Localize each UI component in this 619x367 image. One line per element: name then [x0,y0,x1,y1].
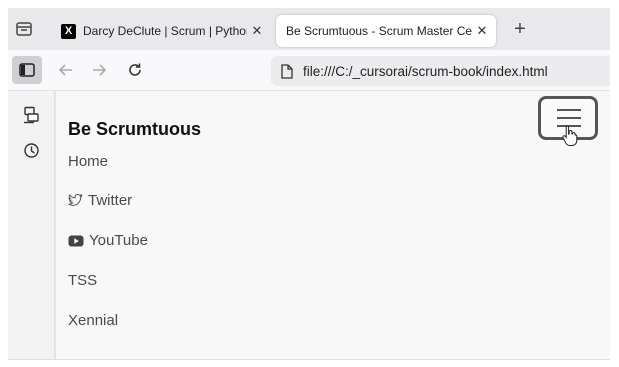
file-icon [281,63,293,79]
tab-overview-icon[interactable] [13,18,35,40]
navigation-toolbar: file:///C:/_cursorai/scrum-book/index.ht… [8,50,610,91]
nav-link-youtube[interactable]: YouTube [68,232,148,249]
sidebar-toggle-button[interactable] [12,56,42,84]
forward-button[interactable] [84,56,114,84]
address-bar[interactable]: file:///C:/_cursorai/scrum-book/index.ht… [271,56,610,86]
tab-darcy-declute[interactable]: X Darcy DeClute | Scrum | Python ✕ [51,15,271,47]
x-logo-icon: X [61,23,76,39]
twitter-icon [68,194,83,207]
nav-link-label: Home [68,153,109,170]
reload-button[interactable] [120,56,150,84]
window-edge [8,359,610,360]
site-title[interactable]: Be Scrumtuous [68,119,201,140]
nav-link-twitter[interactable]: Twitter [68,192,132,209]
arrow-right-icon [93,64,107,76]
hand-cursor-icon [561,124,579,151]
nav-link-xennial[interactable]: Xennial [68,312,118,329]
tab-bar: X Darcy DeClute | Scrum | Python ✕ Be Sc… [8,8,610,50]
sync-icon[interactable] [21,105,41,125]
nav-link-label: TSS [68,272,98,289]
arrow-left-icon [58,64,72,76]
history-icon[interactable] [21,140,41,160]
tab-be-scrumtuous[interactable]: Be Scrumtuous - Scrum Master Cert ✕ [276,15,496,47]
url-text: file:///C:/_cursorai/scrum-book/index.ht… [303,63,548,79]
browser-sidebar [8,91,55,360]
close-tab-icon[interactable]: ✕ [247,23,267,39]
sidebar-icon [19,63,35,77]
page-content: Be Scrumtuous Home Twitter YouTube TSS X… [55,91,610,360]
nav-link-tss[interactable]: TSS [68,272,97,289]
youtube-icon [68,235,84,247]
tab-title: Be Scrumtuous - Scrum Master Cert [286,24,472,38]
nav-link-label: Twitter [88,192,133,209]
new-tab-button[interactable]: + [508,17,532,41]
tab-title: Darcy DeClute | Scrum | Python [83,24,247,38]
nav-link-label: YouTube [89,232,148,249]
nav-link-label: Xennial [68,312,119,329]
close-tab-icon[interactable]: ✕ [472,23,492,39]
back-button[interactable] [51,56,81,84]
reload-icon [129,63,141,76]
browser-window: X Darcy DeClute | Scrum | Python ✕ Be Sc… [8,8,610,360]
nav-link-home[interactable]: Home [68,153,108,170]
